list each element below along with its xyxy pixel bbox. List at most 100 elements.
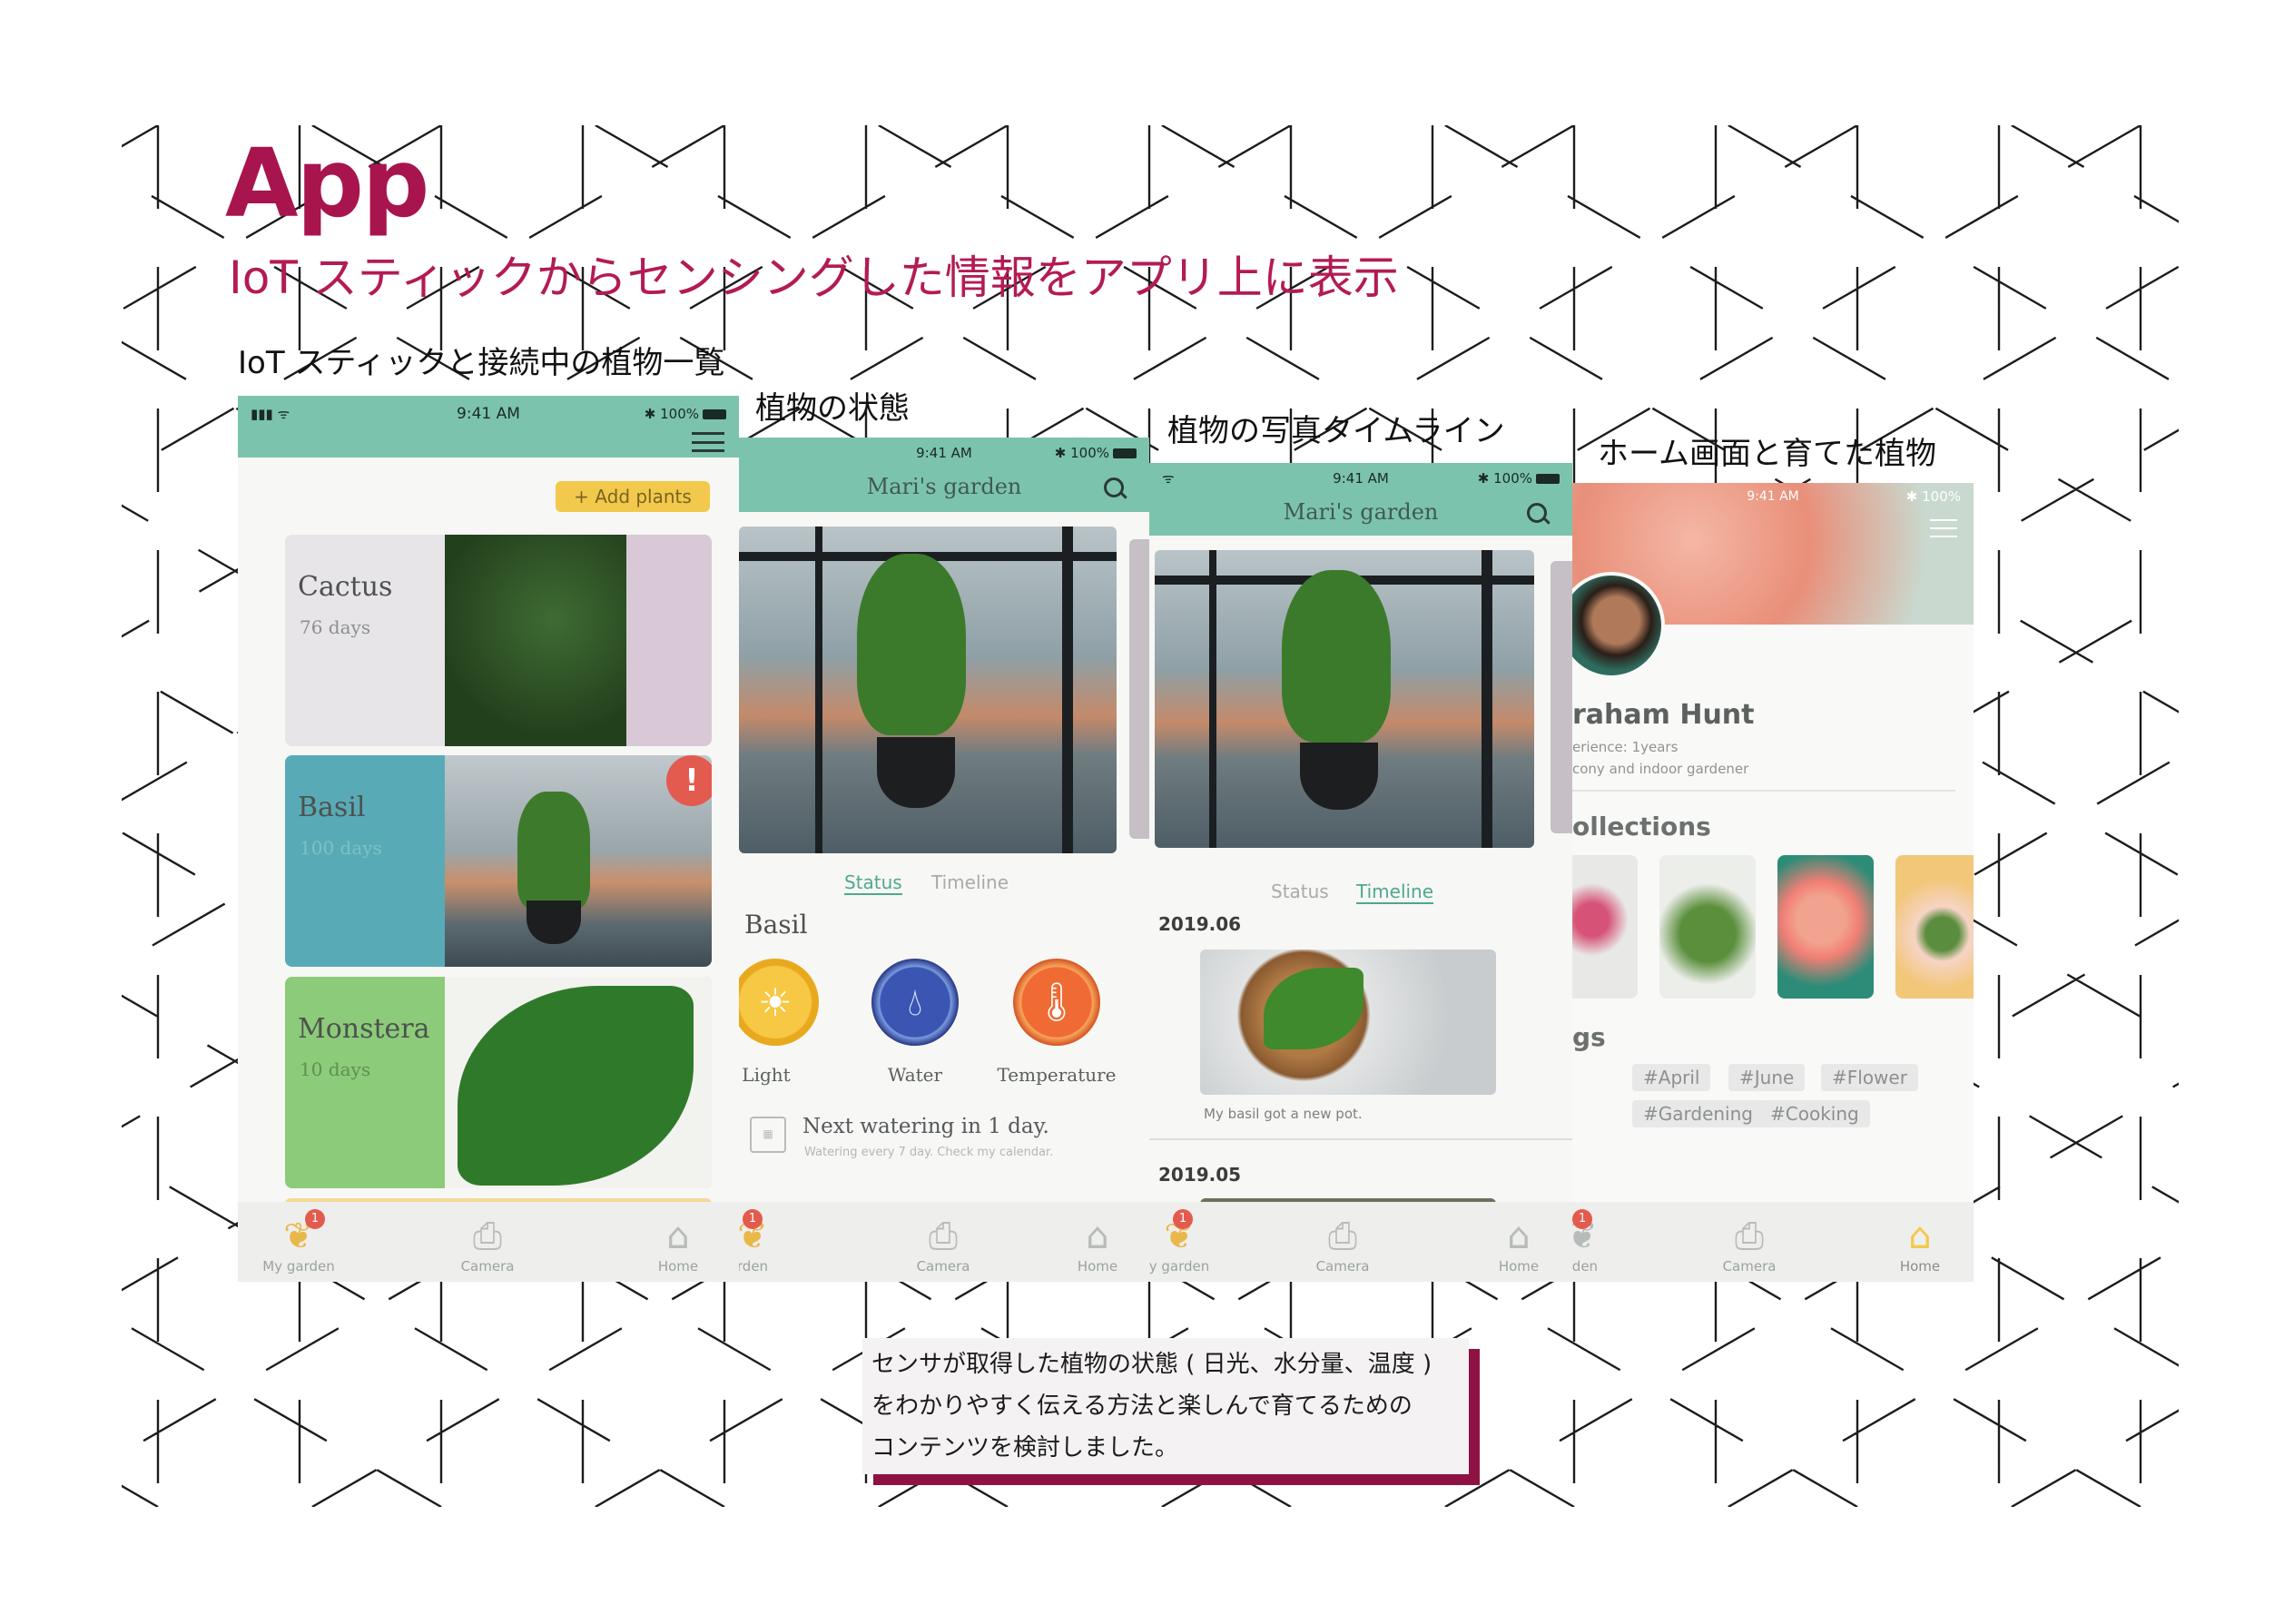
hamburger-menu-icon[interactable]	[692, 432, 724, 452]
status-time: 9:41 AM	[457, 405, 520, 423]
screen-photo-timeline: ᯤ 9:41 AM ✱ 100% Mari's garden Status Ti…	[1149, 463, 1572, 1282]
sensor-label: Water	[887, 1064, 943, 1086]
tab-camera[interactable]: ⎙ Camera	[1293, 1215, 1393, 1275]
tab-my-garden[interactable]: ❦ My garden	[249, 1215, 349, 1275]
calendar-icon: ▦	[750, 1117, 786, 1153]
basil-hero-photo	[1155, 550, 1534, 848]
app-title: Mari's garden	[1283, 499, 1439, 525]
camera-icon: ⎙	[473, 1216, 502, 1257]
timeline-caption: My basil got a new pot.	[1204, 1106, 1363, 1122]
battery-percent: 100%	[660, 406, 699, 422]
plant-card-cactus[interactable]: Cactus 76 days	[285, 535, 712, 746]
battery-icon	[1113, 448, 1137, 458]
page-title: App	[225, 128, 429, 239]
collection-item[interactable]	[1659, 855, 1756, 999]
timeline-date: 2019.06	[1158, 913, 1242, 935]
profile-name: raham Hunt	[1572, 699, 1755, 731]
camera-icon: ⎙	[1328, 1216, 1357, 1257]
hamburger-menu-icon[interactable]	[1930, 519, 1957, 537]
tab-home[interactable]: ⌂ Home	[1870, 1215, 1970, 1275]
home-icon: ⌂	[1086, 1216, 1109, 1257]
plant-name: Monstera	[298, 1013, 430, 1045]
tag-chip[interactable]: #Cooking	[1759, 1100, 1870, 1127]
sensor-label: Temperature	[997, 1064, 1117, 1086]
battery-percent: 100%	[1070, 445, 1109, 461]
app-title: Mari's garden	[866, 474, 1022, 499]
notification-badge: 1	[305, 1209, 325, 1229]
thermometer-icon[interactable]: 🌡︎	[1013, 959, 1100, 1046]
status-time: 9:41 AM	[916, 445, 972, 461]
bluetooth-icon: ✱	[1054, 445, 1071, 461]
search-icon[interactable]	[1104, 477, 1127, 499]
plant-card-monstera[interactable]: Monstera 10 days	[285, 977, 712, 1188]
note-line: センサが取得した植物の状態 ( 日光、水分量、温度 )	[871, 1351, 1432, 1378]
notification-badge: 1	[1173, 1209, 1193, 1229]
tab-status[interactable]: Status	[844, 871, 902, 895]
tags-title: gs	[1572, 1022, 1606, 1052]
plant-card-basil[interactable]: Basil 100 days !	[285, 755, 712, 967]
battery-icon	[1536, 474, 1560, 484]
battery-percent: 100%	[1922, 488, 1961, 505]
screen-home: 9:41 AM ✱ 100% raham Hunt erience: 1year…	[1572, 483, 1974, 1282]
tag-chip[interactable]: #Flower	[1821, 1064, 1918, 1091]
tab-home[interactable]: ⌂ Home	[1469, 1215, 1569, 1275]
alert-badge[interactable]: !	[666, 755, 712, 806]
bluetooth-icon: ✱	[1905, 488, 1923, 505]
camera-icon: ⎙	[1735, 1216, 1764, 1257]
tab-bar: ❦ rden 1 ⎙ Camera ⌂ Home	[1572, 1202, 1974, 1282]
notification-badge: 1	[1572, 1209, 1592, 1229]
tab-bar: ❦ rden 1 ⎙ Camera ⌂ Home	[739, 1202, 1149, 1282]
home-icon: ⌂	[666, 1216, 690, 1257]
tab-camera[interactable]: ⎙ Camera	[1699, 1215, 1799, 1275]
collection-item[interactable]	[1572, 855, 1638, 999]
page-subtitle: IoT スティックからセンシングした情報をアプリ上に表示	[229, 251, 1399, 304]
tag-chip[interactable]: #Gardening	[1632, 1100, 1764, 1127]
tab-camera[interactable]: ⎙ Camera	[438, 1215, 537, 1275]
watering-note: Watering every 7 day. Check my calendar.	[804, 1146, 1054, 1159]
description-note: センサが取得した植物の状態 ( 日光、水分量、温度 ) をわかりやすく伝える方法…	[862, 1338, 1469, 1474]
home-icon: ⌂	[1908, 1216, 1932, 1257]
basil-hero-photo	[739, 527, 1117, 853]
sun-icon[interactable]: ☀	[739, 959, 819, 1046]
caption-plant-list: IoT スティックと接続中の植物一覧	[238, 345, 725, 381]
drop-icon[interactable]: 💧︎	[871, 959, 959, 1046]
caption-photo-timeline: 植物の写真タイムライン	[1167, 413, 1505, 449]
collections-title: ollections	[1572, 812, 1711, 842]
collection-item[interactable]	[1777, 855, 1874, 999]
tag-chip[interactable]: #June	[1728, 1064, 1806, 1091]
tab-home[interactable]: ⌂ Home	[628, 1215, 728, 1275]
tab-camera[interactable]: ⎙ Camera	[893, 1215, 993, 1275]
plant-days: 100 days	[300, 837, 382, 859]
plant-name: Cactus	[298, 571, 393, 603]
cactus-photo	[445, 535, 626, 746]
screen-plant-status: 9:41 AM ✱ 100% Mari's garden Status Time…	[739, 438, 1149, 1282]
status-time: 9:41 AM	[1333, 470, 1389, 487]
bluetooth-icon: ✱	[644, 406, 661, 422]
tag-chip[interactable]: #April	[1632, 1064, 1711, 1091]
camera-icon: ⎙	[929, 1216, 958, 1257]
tab-status[interactable]: Status	[1271, 881, 1329, 902]
home-icon: ⌂	[1507, 1216, 1531, 1257]
tab-bar: ❦ y garden 1 ⎙ Camera ⌂ Home	[1149, 1202, 1572, 1282]
battery-percent: 100%	[1493, 470, 1532, 487]
tab-timeline[interactable]: Timeline	[1356, 881, 1434, 904]
add-plants-button[interactable]: + Add plants	[556, 481, 710, 512]
timeline-photo[interactable]	[1200, 950, 1496, 1095]
note-line: をわかりやすく伝える方法と楽しんで育てるための	[871, 1393, 1413, 1420]
wifi-icon: ᯤ	[1162, 470, 1175, 487]
notification-badge: 1	[743, 1209, 763, 1229]
plant-days: 10 days	[300, 1058, 371, 1080]
battery-icon	[703, 409, 726, 419]
leaf-icon: ❦	[283, 1216, 314, 1257]
screen-plant-list: ▮▮▮ ᯤ 9:41 AM ✱ 100% + Add plants Cactus…	[238, 396, 739, 1282]
tab-timeline[interactable]: Timeline	[931, 871, 1009, 893]
signal-icon: ▮▮▮ ᯤ	[251, 406, 290, 422]
search-icon[interactable]	[1527, 503, 1551, 525]
plant-name: Basil	[298, 792, 366, 823]
collection-item[interactable]	[1895, 855, 1974, 999]
tab-home[interactable]: ⌂ Home	[1048, 1215, 1147, 1275]
plant-name: Basil	[744, 910, 808, 940]
profile-type: cony and indoor gardener	[1572, 761, 1749, 777]
divider	[1149, 1138, 1572, 1140]
profile-experience: erience: 1years	[1572, 739, 1679, 755]
